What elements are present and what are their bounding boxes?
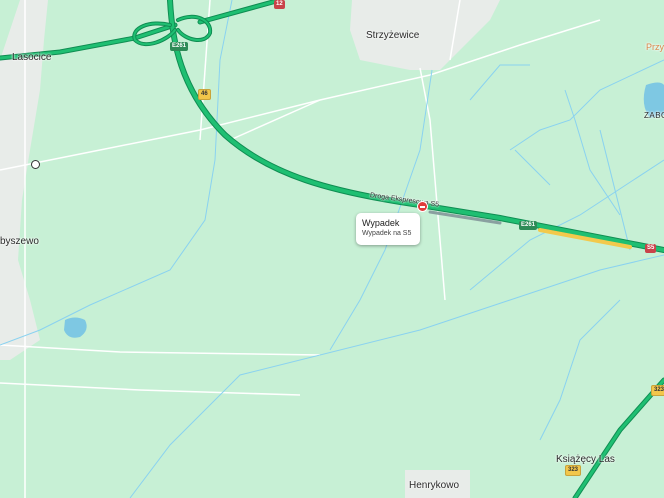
accident-icon[interactable] [417,201,428,212]
minor-roads [0,0,601,498]
urban-areas [0,0,500,498]
place-strzyzewice[interactable]: Strzyżewice [366,30,419,41]
train-station-icon[interactable] [31,160,40,169]
road-shield-323-bottom: 323 [565,465,582,476]
map-canvas[interactable]: Lasocice Strzyżewice Przy ZABO byszewo H… [0,0,664,498]
place-henrykowo[interactable]: Henrykowo [409,480,459,491]
place-przy[interactable]: Przy [646,42,664,52]
map-base [0,0,664,498]
place-zabo[interactable]: ZABO [644,111,664,120]
lakes [64,82,664,338]
place-ksiazecy-las[interactable]: Książęcy Las [556,454,615,465]
incident-subtitle: Wypadek na S5 [362,230,412,237]
expressways [0,0,664,498]
road-shield-e261-right: E261 [519,221,538,230]
streams [0,0,664,498]
road-shield-323-top: 323 [651,385,664,396]
incident-title: Wypadek [362,218,400,228]
road-shield-12: 12 [274,0,285,9]
road-shield-e261-top: E261 [170,42,189,51]
incident-callout[interactable]: Wypadek Wypadek na S5 [356,213,420,245]
road-shield-46: 46 [198,89,211,100]
place-byszewo[interactable]: byszewo [0,236,39,247]
place-lasocice[interactable]: Lasocice [12,52,51,63]
road-shield-s5: S5 [645,244,657,253]
